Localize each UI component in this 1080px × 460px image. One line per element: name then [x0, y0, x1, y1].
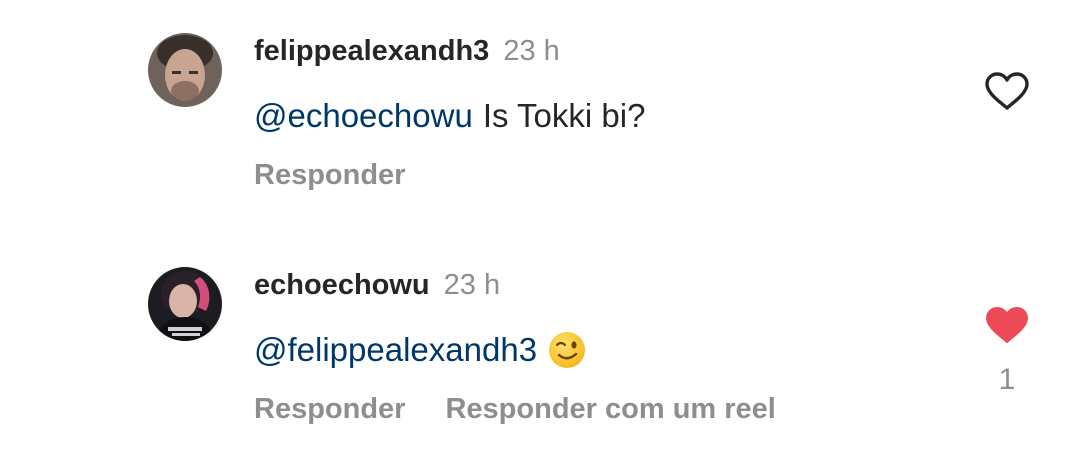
comment-actions: Responder Responder com um reel [254, 392, 776, 426]
comment-meta: echoechowu 23 h [254, 268, 500, 302]
timestamp: 23 h [503, 35, 560, 67]
avatar[interactable] [148, 33, 222, 107]
avatar-image [148, 267, 222, 341]
comment-text: @echoechowu Is Tokki bi? [254, 96, 645, 136]
mention-link[interactable]: @echoechowu [254, 96, 473, 136]
avatar-image [148, 33, 222, 107]
reply-button[interactable]: Responder [254, 159, 405, 191]
comment-item: felippealexandh3 23 h @echoechowu Is Tokk… [0, 0, 1080, 230]
mention-link[interactable]: @felippealexandh3 [254, 330, 537, 370]
like-button[interactable] [984, 305, 1030, 345]
username-link[interactable]: echoechowu [254, 269, 430, 301]
comment-actions: Responder [254, 158, 405, 192]
reply-button[interactable]: Responder [254, 393, 405, 425]
heart-outline-icon [985, 72, 1029, 110]
heart-filled-icon [986, 307, 1028, 343]
comment-text: @felippealexandh3 [254, 330, 587, 370]
comment-body: Is Tokki bi? [482, 97, 646, 134]
reply-with-reel-button[interactable]: Responder com um reel [445, 393, 775, 425]
comment-meta: felippealexandh3 23 h [254, 34, 560, 68]
avatar[interactable] [148, 267, 222, 341]
winking-face-icon [547, 330, 587, 370]
username-link[interactable]: felippealexandh3 [254, 35, 489, 67]
like-count: 1 [998, 363, 1016, 396]
like-button[interactable] [984, 71, 1030, 111]
comment-item: echoechowu 23 h @felippealexandh3 Respond… [0, 230, 1080, 460]
timestamp: 23 h [443, 269, 501, 301]
